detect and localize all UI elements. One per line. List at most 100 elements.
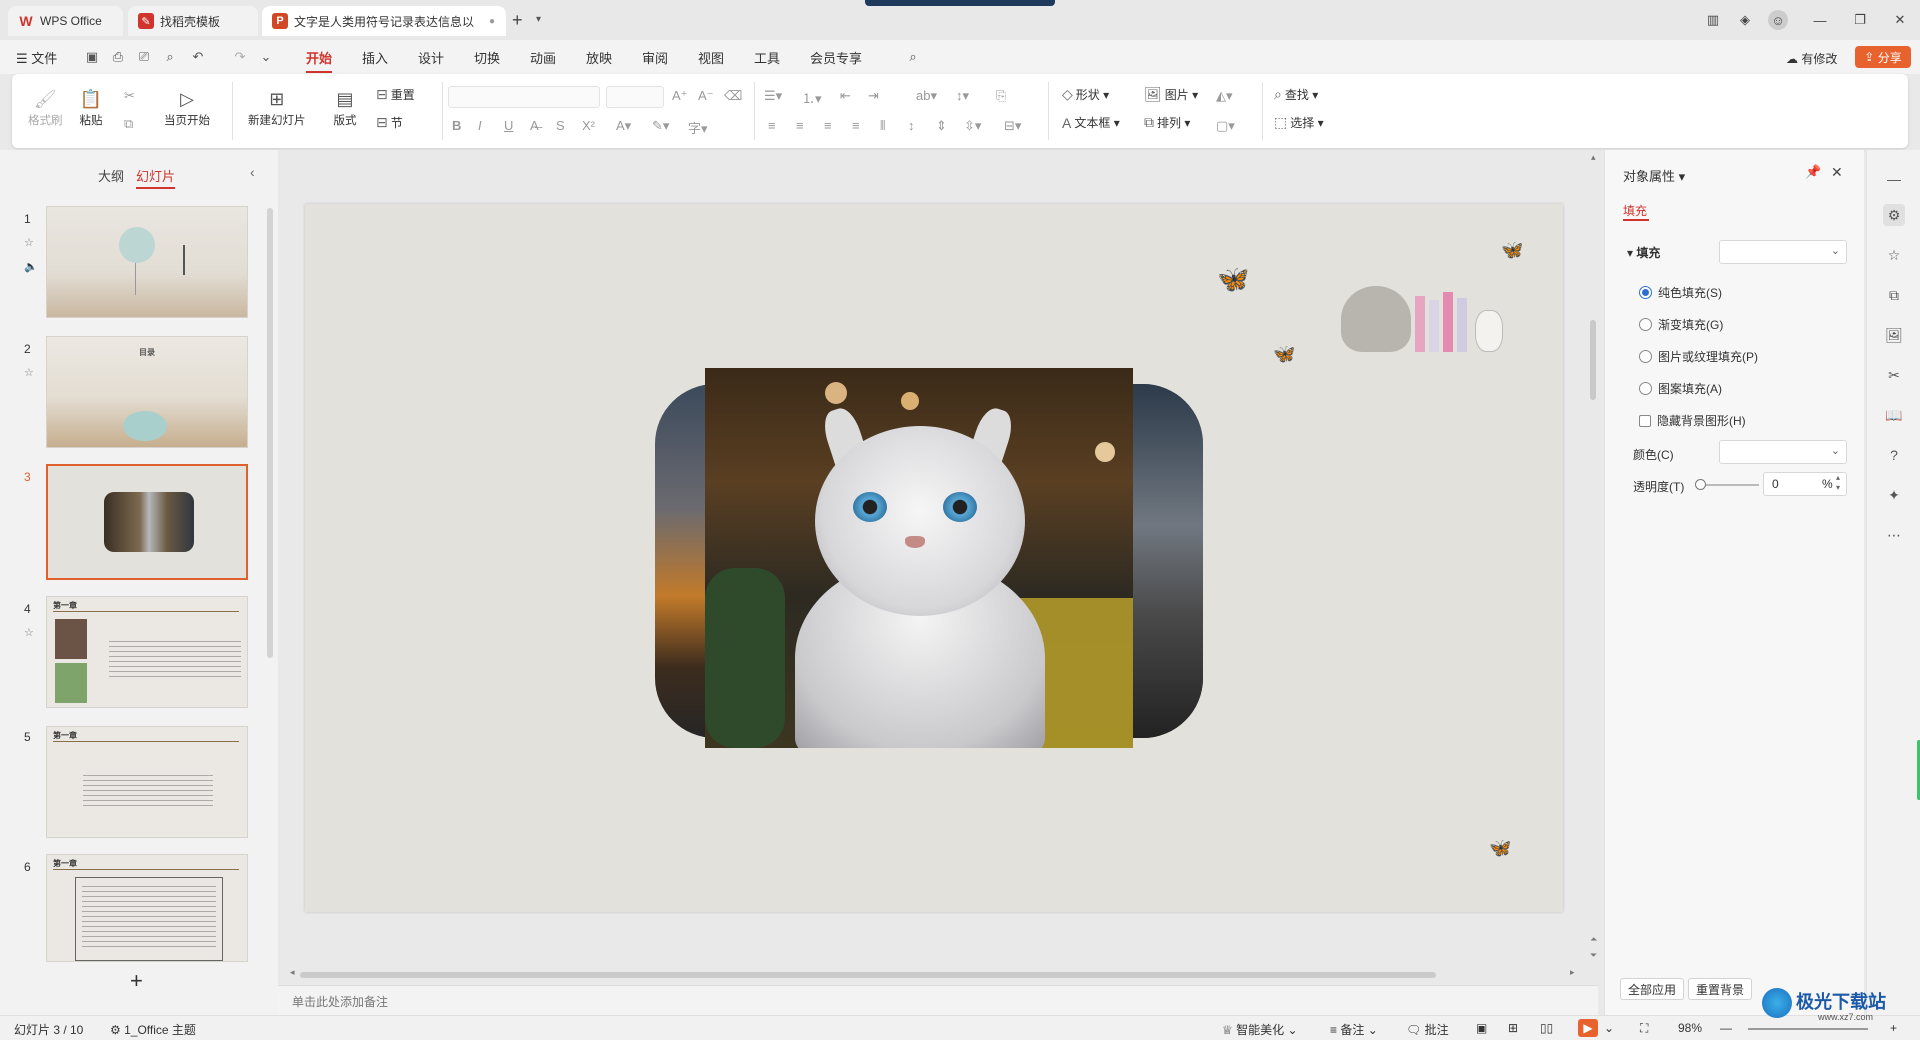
elephant-books-illustration[interactable] [1335, 266, 1531, 360]
menu-animation[interactable]: 动画 [530, 48, 556, 67]
next-slide-icon[interactable]: ⏷ [1590, 950, 1597, 961]
tab-docer[interactable]: ✎ 找稻壳模板 [128, 6, 258, 36]
theme-indicator[interactable]: ⚙ 1_Office 主题 [110, 1021, 196, 1038]
indent-icon[interactable]: ⇥ [868, 88, 879, 104]
scroll-left-icon[interactable]: ◂ [290, 967, 295, 978]
fill-type-select[interactable]: ⌄ [1719, 240, 1847, 264]
redo-icon[interactable]: ↷ [232, 49, 248, 65]
transparency-slider-handle[interactable] [1695, 479, 1706, 490]
increase-font-icon[interactable]: A⁺ [672, 88, 688, 104]
slide-thumbnail-4[interactable]: 第一章 [46, 596, 248, 708]
bold-icon[interactable]: B [452, 118, 461, 133]
outline-icon[interactable]: ▢▾ [1216, 118, 1235, 134]
book-icon[interactable]: 📖 [1883, 404, 1905, 426]
spacing-dropdown-icon[interactable]: ⇳▾ [964, 118, 981, 134]
italic-icon[interactable]: I [478, 118, 482, 133]
new-slide-button[interactable]: ⊞ 新建幻灯片 [248, 86, 306, 128]
scroll-right-icon[interactable]: ▸ [1570, 967, 1575, 978]
slide-thumbnail-3[interactable] [46, 464, 248, 580]
zoom-out-icon[interactable]: — [1720, 1021, 1732, 1035]
text-direction-icon[interactable]: ab▾ [916, 88, 937, 104]
reset-background-button[interactable]: 重置背景 [1688, 978, 1753, 1000]
properties-icon[interactable]: ⚙ [1883, 204, 1905, 226]
align-left-icon[interactable]: ≡ [768, 118, 776, 133]
copy-icon[interactable]: ⧉ [124, 116, 133, 132]
menu-view[interactable]: 视图 [698, 48, 724, 67]
pattern-fill-radio[interactable]: 图案填充(A) [1639, 380, 1722, 397]
align-right-icon[interactable]: ≡ [824, 118, 832, 133]
cat-photo[interactable] [705, 368, 1133, 748]
slide-thumbnail-6[interactable]: 第一章 [46, 854, 248, 962]
justify-icon[interactable]: ≡ [852, 118, 860, 133]
butterfly-icon[interactable]: 🦋 [1273, 344, 1295, 365]
restore-icon[interactable]: ❐ [1850, 10, 1870, 30]
reading-view-icon[interactable]: ▯▯ [1540, 1021, 1553, 1035]
close-tab-icon[interactable]: ● [489, 16, 495, 27]
minimize-icon[interactable]: — [1810, 10, 1830, 30]
transparency-input[interactable]: 0 % ▴ ▾ [1763, 472, 1847, 496]
outdent-icon[interactable]: ⇤ [840, 88, 851, 104]
distribute-icon[interactable]: ⫴ [880, 118, 885, 134]
scroll-up-icon[interactable]: ▴ [1591, 152, 1596, 163]
quick-access-chevron-icon[interactable]: ⌄ [258, 49, 274, 65]
find-button[interactable]: ⌕ 查找 ▾ [1274, 86, 1318, 103]
underline-icon[interactable]: U [504, 118, 513, 133]
strikethrough-icon[interactable]: A̶ [530, 118, 539, 133]
save-icon[interactable]: ▣ [84, 49, 100, 65]
star-icon[interactable]: ☆ [1883, 244, 1905, 266]
solid-fill-radio[interactable]: 纯色填充(S) [1639, 284, 1722, 301]
zoom-level[interactable]: 98% [1678, 1021, 1702, 1035]
collapse-panel-icon[interactable]: ‹ [250, 164, 255, 180]
undo-icon[interactable]: ↶ [190, 49, 206, 65]
slide-thumbnail-5[interactable]: 第一章 [46, 726, 248, 838]
pin-icon[interactable]: 📌 [1805, 164, 1821, 180]
shapes-icon[interactable]: ⧉ [1883, 284, 1905, 306]
add-slide-button[interactable]: + [130, 968, 143, 994]
tab-wps-office[interactable]: W WPS Office [8, 6, 123, 36]
menu-insert[interactable]: 插入 [362, 48, 388, 67]
print-icon[interactable]: ⎚ [136, 49, 152, 65]
slide-thumbnail-1[interactable] [46, 206, 248, 318]
align-center-icon[interactable]: ≡ [796, 118, 804, 133]
fill-icon[interactable]: ◭▾ [1216, 88, 1233, 104]
font-name-select[interactable] [448, 86, 600, 108]
menu-home[interactable]: 开始 [306, 48, 333, 73]
notes-toggle[interactable]: ≡ 备注 ⌄ [1330, 1021, 1378, 1038]
menu-review[interactable]: 审阅 [642, 48, 668, 67]
menu-slideshow[interactable]: 放映 [586, 48, 612, 67]
font-color-icon[interactable]: A▾ [616, 118, 631, 134]
apply-all-button[interactable]: 全部应用 [1620, 978, 1685, 1000]
close-panel-icon[interactable]: ✕ [1831, 164, 1843, 181]
comments-toggle[interactable]: 🗨 批注 [1406, 1021, 1449, 1038]
print-preview-icon[interactable]: ⌕ [162, 49, 178, 65]
superscript-icon[interactable]: X² [582, 118, 595, 133]
menu-transition[interactable]: 切换 [474, 48, 500, 67]
butterfly-icon[interactable]: 🦋 [1217, 264, 1249, 295]
cut-icon[interactable]: ✂ [124, 88, 135, 104]
help-icon[interactable]: ? [1883, 444, 1905, 466]
new-tab-button[interactable]: + [512, 10, 523, 31]
textbox-button[interactable]: A 文本框 ▾ [1062, 114, 1120, 131]
search-icon[interactable]: ⌕ [905, 49, 921, 65]
highlight-icon[interactable]: ✎▾ [652, 118, 669, 134]
vertical-scrollbar[interactable] [1590, 320, 1596, 400]
panel-scrollbar[interactable] [267, 208, 273, 658]
slide-canvas[interactable]: 🦋 🦋 🦋 🦋 [305, 204, 1563, 912]
file-menu[interactable]: ☰ 文件 [16, 48, 57, 67]
font-size-select[interactable] [606, 86, 664, 108]
prev-slide-icon[interactable]: ⏶ [1590, 934, 1597, 945]
slideshow-chevron-icon[interactable]: ⌄ [1604, 1021, 1614, 1035]
menu-tools[interactable]: 工具 [754, 48, 780, 67]
normal-view-icon[interactable]: ▣ [1476, 1021, 1487, 1035]
reset-button[interactable]: ⊟ 重置 [376, 86, 415, 103]
avatar[interactable]: ☺ [1768, 10, 1788, 30]
color-select[interactable]: ⌄ [1719, 440, 1847, 464]
notes-area[interactable]: 单击此处添加备注 [278, 985, 1598, 1015]
close-window-icon[interactable]: ✕ [1890, 10, 1910, 30]
layout-button[interactable]: ▤ 版式 [332, 86, 358, 128]
horizontal-scrollbar[interactable] [300, 972, 1436, 978]
export-icon[interactable]: ⎙ [110, 49, 126, 65]
has-edit-indicator[interactable]: ☁ 有修改 [1786, 50, 1837, 67]
tab-document[interactable]: P 文字是人类用符号记录表达信息以 ● [262, 6, 506, 36]
tab-list-chevron-icon[interactable]: ▾ [536, 14, 541, 25]
